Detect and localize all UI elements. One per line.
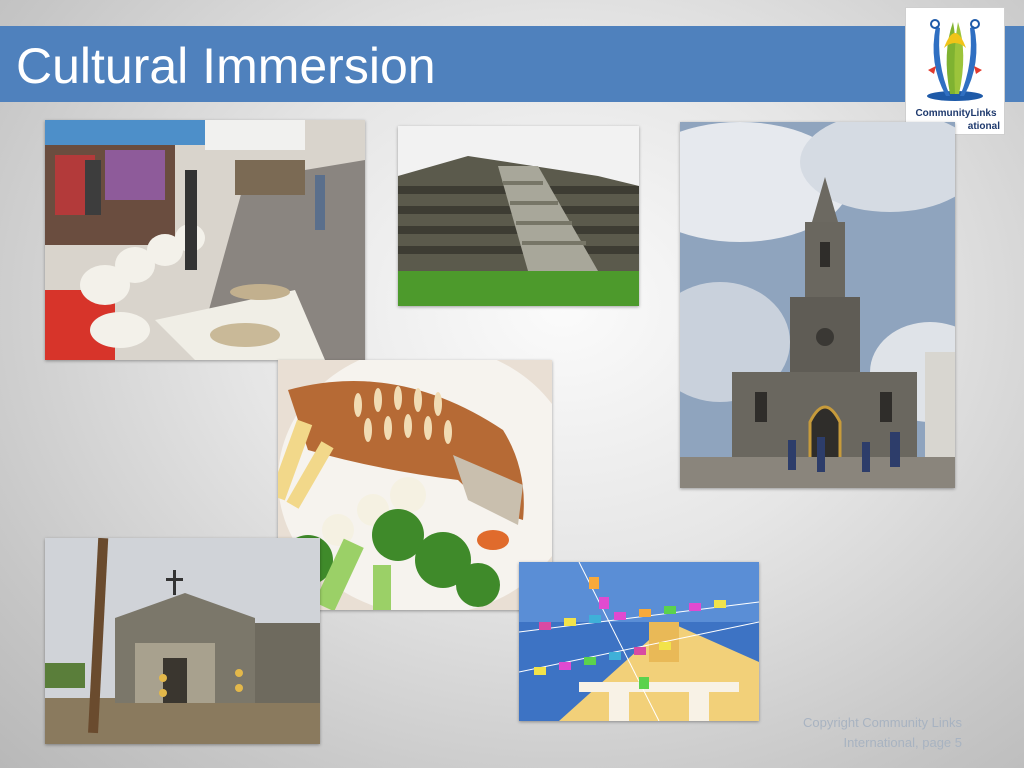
photo-pyramid xyxy=(398,126,639,306)
footer-line-1: Copyright Community Links xyxy=(803,715,962,730)
photo-church-tower xyxy=(680,122,955,488)
slide-title: Cultural Immersion xyxy=(16,38,436,94)
photo-papel-picado xyxy=(519,562,759,721)
title-bar: Cultural Immersion xyxy=(0,26,1024,102)
community-links-logo: CommunityLinks ational xyxy=(905,7,1005,135)
logo-line-1: CommunityLinks xyxy=(915,108,997,119)
photo-old-chapel xyxy=(45,538,320,744)
copyright-footer: Copyright Community Links International,… xyxy=(742,713,962,753)
photo-market xyxy=(45,120,365,360)
footer-line-2: International, page 5 xyxy=(843,735,962,750)
